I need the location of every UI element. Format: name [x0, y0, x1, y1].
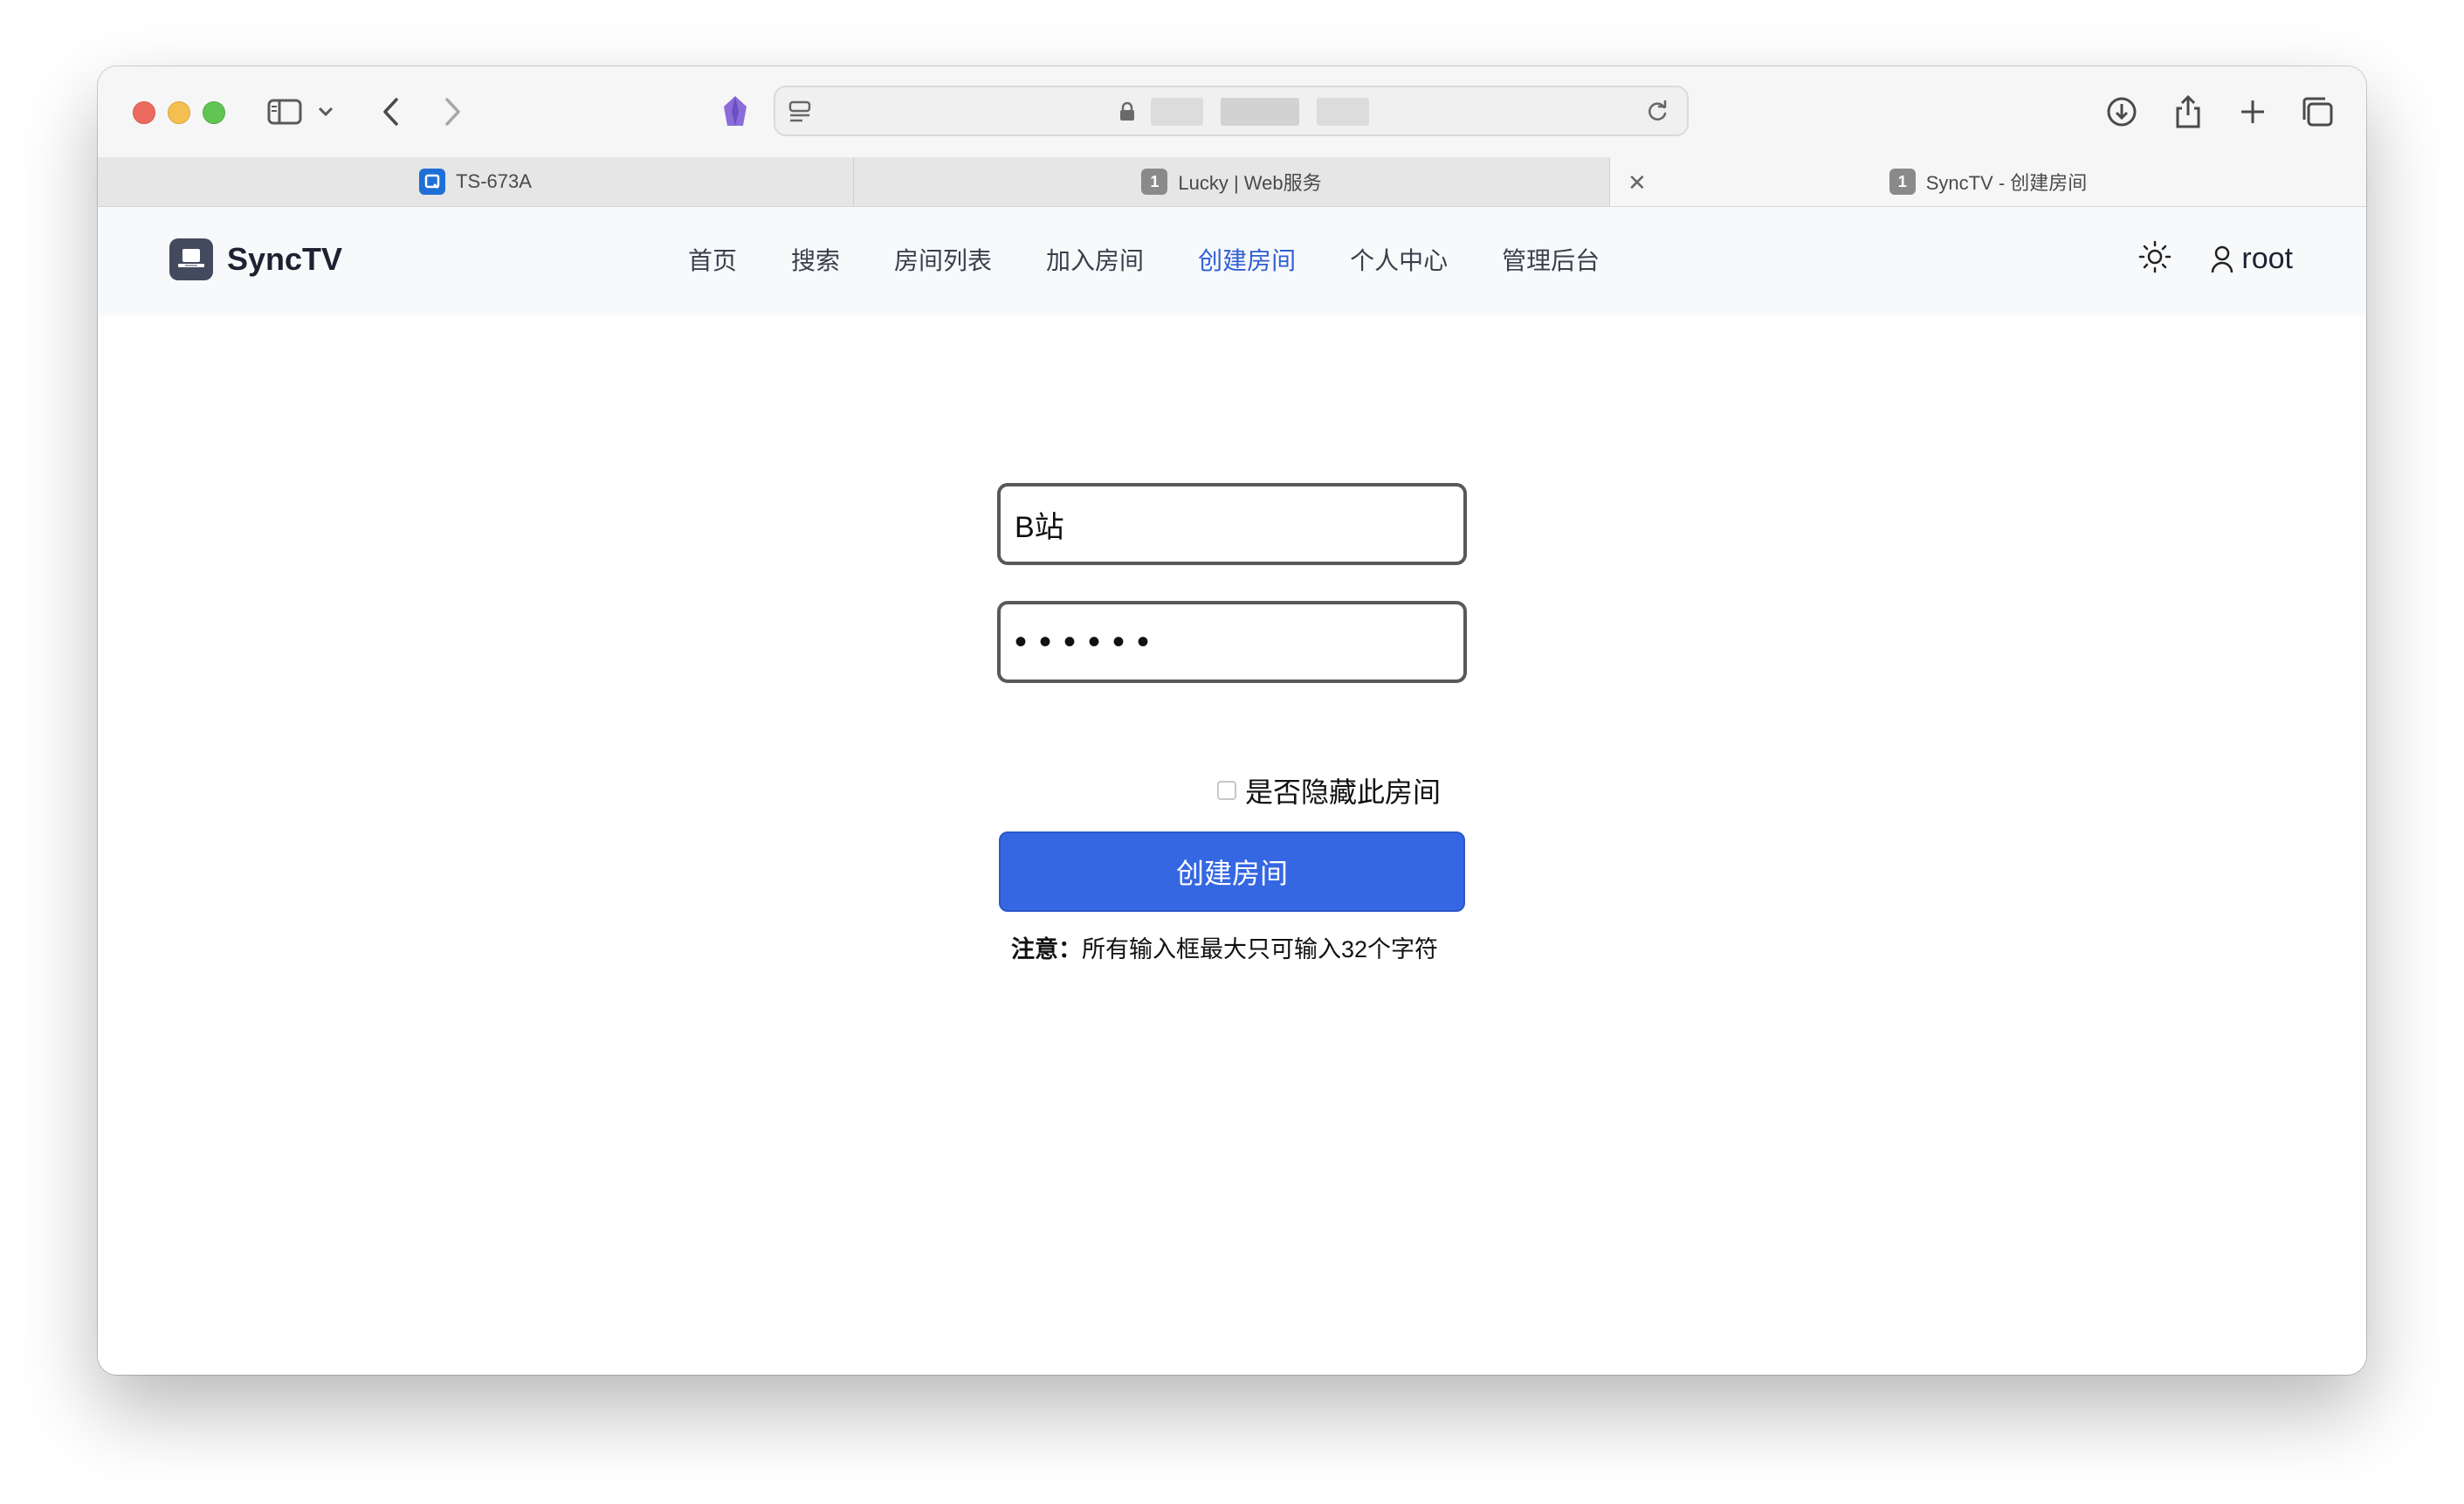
- tab-synctv[interactable]: ✕ 1 SyncTV - 创建房间: [1610, 157, 2366, 206]
- tab-label: SyncTV - 创建房间: [1925, 172, 2088, 194]
- tab-label: Lucky | Web服务: [1178, 172, 1322, 194]
- note-label: 注意：: [1011, 936, 1082, 962]
- tab-favicon: 1: [1141, 169, 1168, 195]
- reload-icon[interactable]: [1640, 93, 1675, 131]
- tab-overview-icon[interactable]: [2298, 93, 2337, 131]
- redacted-url: [1317, 98, 1369, 126]
- nav-create-room[interactable]: 创建房间: [1198, 242, 1296, 277]
- tab-lucky[interactable]: 1 Lucky | Web服务: [854, 157, 1610, 206]
- brand[interactable]: SyncTV: [169, 238, 342, 280]
- page-menu-icon[interactable]: [782, 93, 817, 131]
- hide-room-option[interactable]: 是否隐藏此房间: [1217, 770, 1441, 811]
- room-name-input[interactable]: [997, 483, 1467, 565]
- nav-profile[interactable]: 个人中心: [1350, 242, 1448, 277]
- main-nav: 首页 搜索 房间列表 加入房间 创建房间 个人中心 管理后台: [688, 242, 1600, 277]
- download-icon[interactable]: [2103, 93, 2141, 131]
- minimize-window-button[interactable]: [168, 101, 190, 124]
- nav-admin[interactable]: 管理后台: [1502, 242, 1600, 277]
- hide-room-label: 是否隐藏此房间: [1245, 776, 1442, 808]
- user-menu[interactable]: root: [2210, 242, 2293, 276]
- qnap-icon: [419, 169, 446, 195]
- new-tab-icon[interactable]: [2233, 93, 2272, 131]
- create-room-button[interactable]: 创建房间: [999, 831, 1465, 912]
- nav-join-room[interactable]: 加入房间: [1046, 242, 1144, 277]
- forward-icon[interactable]: [437, 93, 468, 131]
- browser-window: s TS-673A 1 Luck: [98, 66, 2366, 1375]
- zoom-window-button[interactable]: [203, 101, 225, 124]
- tab-bar: TS-673A 1 Lucky | Web服务 ✕ 1 SyncTV - 创建房…: [98, 157, 2366, 207]
- browser-toolbar: s: [98, 66, 2366, 158]
- nav-room-list[interactable]: 房间列表: [894, 242, 992, 277]
- tab-ts673a[interactable]: TS-673A: [98, 157, 854, 206]
- nav-right: root: [2138, 240, 2293, 278]
- note-text: 所有输入框最大只可输入32个字符: [1082, 936, 1439, 962]
- sidebar-toggle-icon[interactable]: [265, 93, 304, 131]
- close-tab-icon[interactable]: ✕: [1628, 169, 1647, 197]
- back-icon[interactable]: [375, 93, 407, 131]
- tab-favicon: 1: [1889, 169, 1916, 195]
- nav-search[interactable]: 搜索: [791, 242, 840, 277]
- chevron-down-icon[interactable]: [314, 93, 337, 131]
- tab-label: TS-673A: [456, 170, 532, 192]
- hide-room-checkbox[interactable]: [1217, 781, 1236, 800]
- redacted-url: [1221, 98, 1299, 126]
- redacted-url: [1151, 98, 1203, 126]
- theme-toggle-sun-icon[interactable]: [2138, 240, 2171, 278]
- share-icon[interactable]: [2169, 93, 2207, 131]
- username: root: [2241, 242, 2293, 275]
- close-window-button[interactable]: [133, 101, 155, 124]
- nav-home[interactable]: 首页: [688, 242, 737, 277]
- lock-icon: [1114, 93, 1140, 131]
- app-navbar: SyncTV 首页 搜索 房间列表 加入房间 创建房间 个人中心 管理后台 ro…: [98, 207, 2366, 315]
- brand-name: SyncTV: [227, 241, 343, 277]
- input-limit-note: 注意：所有输入框最大只可输入32个字符: [1011, 930, 1438, 964]
- synctv-logo-icon: [169, 238, 213, 280]
- room-password-input[interactable]: [997, 601, 1467, 683]
- page-content: SyncTV 首页 搜索 房间列表 加入房间 创建房间 个人中心 管理后台 ro…: [98, 207, 2366, 1375]
- address-bar[interactable]: s: [774, 86, 1689, 136]
- extension-icon[interactable]: [714, 93, 756, 131]
- user-icon: [2210, 245, 2234, 274]
